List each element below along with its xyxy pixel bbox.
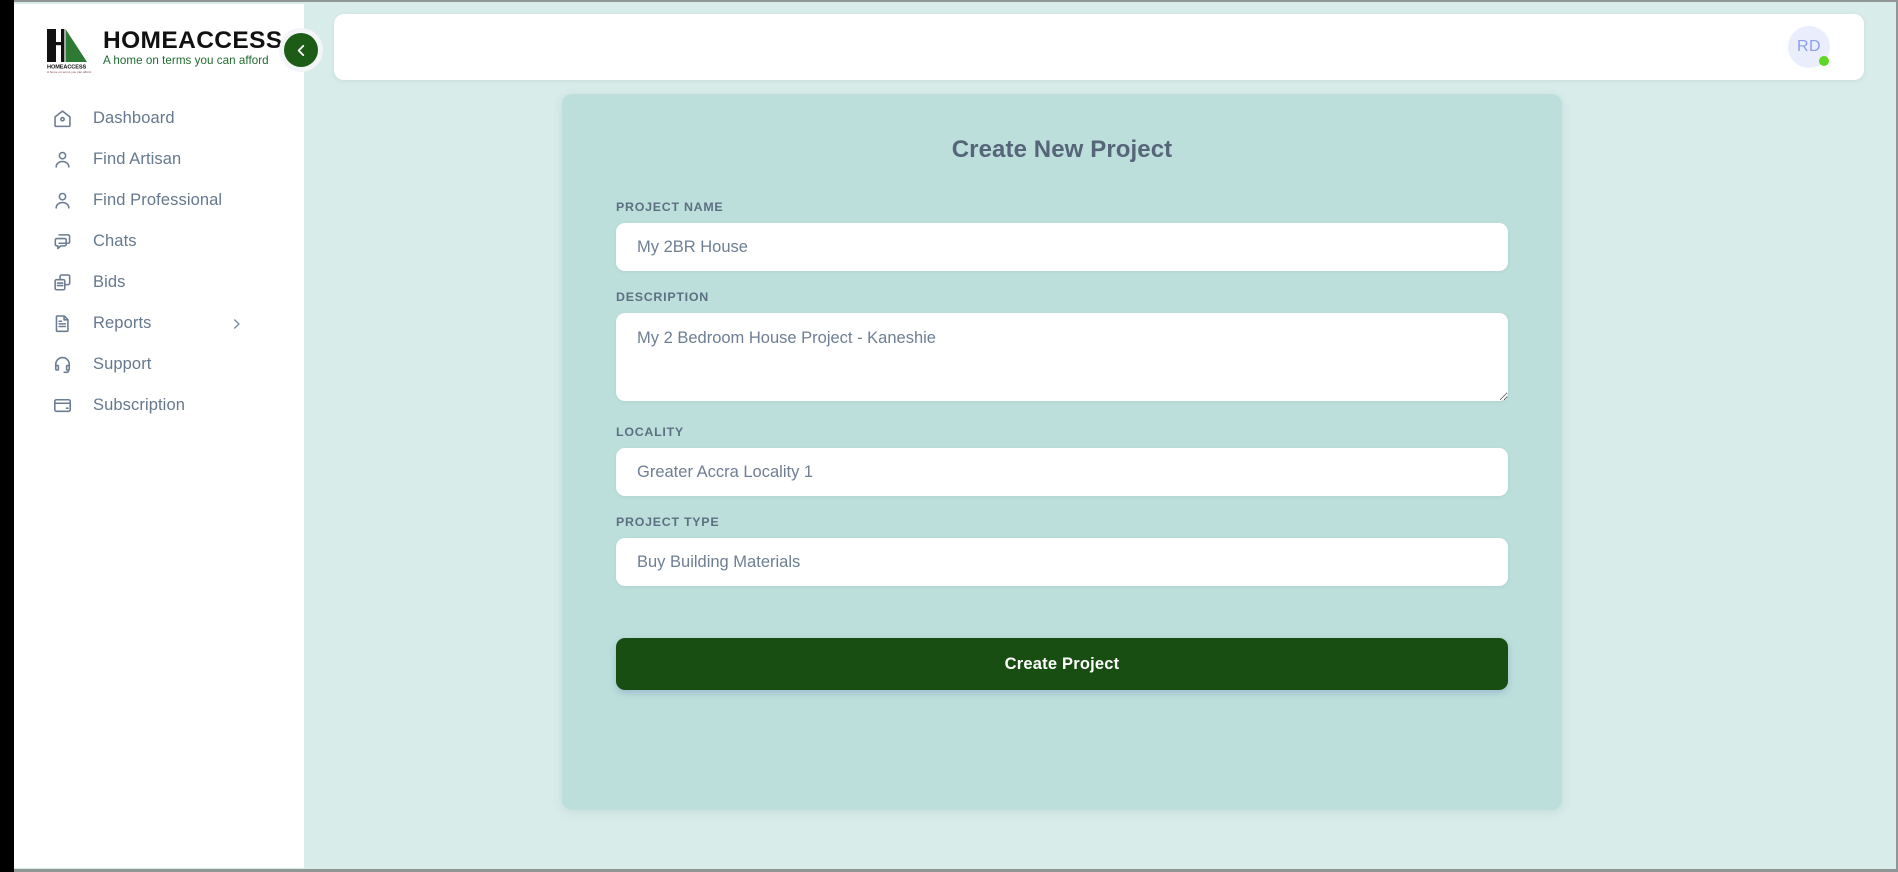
field-project-type: PROJECT TYPE (616, 515, 1508, 586)
create-project-form: PROJECT NAME DESCRIPTION LOCALITY PROJEC… (562, 200, 1562, 586)
sidebar-item-reports[interactable]: Reports (14, 303, 304, 344)
main-content: RD Create New Project PROJECT NAME DESCR… (304, 4, 1894, 866)
online-status-indicator (1819, 56, 1829, 66)
brand-logo[interactable]: HOMEACCESS A home on terms you can affor… (14, 4, 304, 76)
home-icon (52, 108, 73, 129)
document-icon (52, 313, 73, 334)
sidebar-item-dashboard[interactable]: Dashboard (14, 98, 304, 139)
sidebar-item-label: Bids (93, 273, 126, 291)
user-icon (52, 149, 73, 170)
brand-tagline: A home on terms you can afford (103, 54, 269, 68)
page-title: Create New Project (951, 136, 1173, 163)
locality-input[interactable] (616, 448, 1508, 496)
chat-icon (52, 231, 73, 252)
sidebar-item-find-artisan[interactable]: Find Artisan (14, 139, 304, 180)
sidebar-item-label: Chats (93, 232, 137, 250)
submit-row: Create Project (562, 638, 1562, 690)
field-project-name: PROJECT NAME (616, 200, 1508, 271)
field-description: DESCRIPTION (616, 290, 1508, 406)
create-project-card: Create New Project PROJECT NAME DESCRIPT… (562, 94, 1562, 810)
user-icon (52, 190, 73, 211)
brand-name: HOMEACCESS (103, 26, 283, 54)
sidebar-item-find-professional[interactable]: Find Professional (14, 180, 304, 221)
sidebar-nav: Dashboard Find Artisan Find Professional… (14, 98, 304, 426)
project-name-label: PROJECT NAME (616, 200, 724, 214)
description-textarea[interactable] (616, 313, 1508, 401)
locality-label: LOCALITY (616, 425, 684, 439)
app-viewport: HOMEACCESS A home on terms you can affor… (0, 0, 1898, 872)
sidebar-item-label: Reports (93, 314, 152, 332)
sidebar-item-label: Dashboard (93, 109, 175, 127)
sidebar-item-support[interactable]: Support (14, 344, 304, 385)
sidebar-item-bids[interactable]: Bids (14, 262, 304, 303)
copy-icon (52, 272, 73, 293)
sidebar: HOMEACCESS A home on terms you can affor… (14, 4, 304, 868)
sidebar-item-label: Support (93, 355, 152, 373)
user-menu[interactable]: RD (1788, 26, 1830, 68)
top-bar: RD (334, 14, 1864, 80)
project-type-input[interactable] (616, 538, 1508, 586)
svg-text:A home on terms you can afford: A home on terms you can afford (47, 70, 91, 74)
create-project-button[interactable]: Create Project (616, 638, 1508, 690)
field-locality: LOCALITY (616, 425, 1508, 496)
card-icon (52, 395, 73, 416)
homeaccess-logo-icon: HOMEACCESS A home on terms you can affor… (42, 23, 94, 75)
sidebar-item-label: Subscription (93, 396, 185, 414)
chevron-right-icon[interactable] (229, 316, 244, 331)
project-type-label: PROJECT TYPE (616, 515, 720, 529)
sidebar-item-subscription[interactable]: Subscription (14, 385, 304, 426)
sidebar-item-label: Find Professional (93, 191, 223, 209)
window-left-edge (0, 0, 14, 872)
description-label: DESCRIPTION (616, 290, 709, 304)
sidebar-collapse-toggle[interactable] (279, 28, 323, 72)
headset-icon (52, 354, 73, 375)
sidebar-item-label: Find Artisan (93, 150, 182, 168)
chevron-left-icon (284, 33, 318, 67)
project-name-input[interactable] (616, 223, 1508, 271)
sidebar-item-chats[interactable]: Chats (14, 221, 304, 262)
